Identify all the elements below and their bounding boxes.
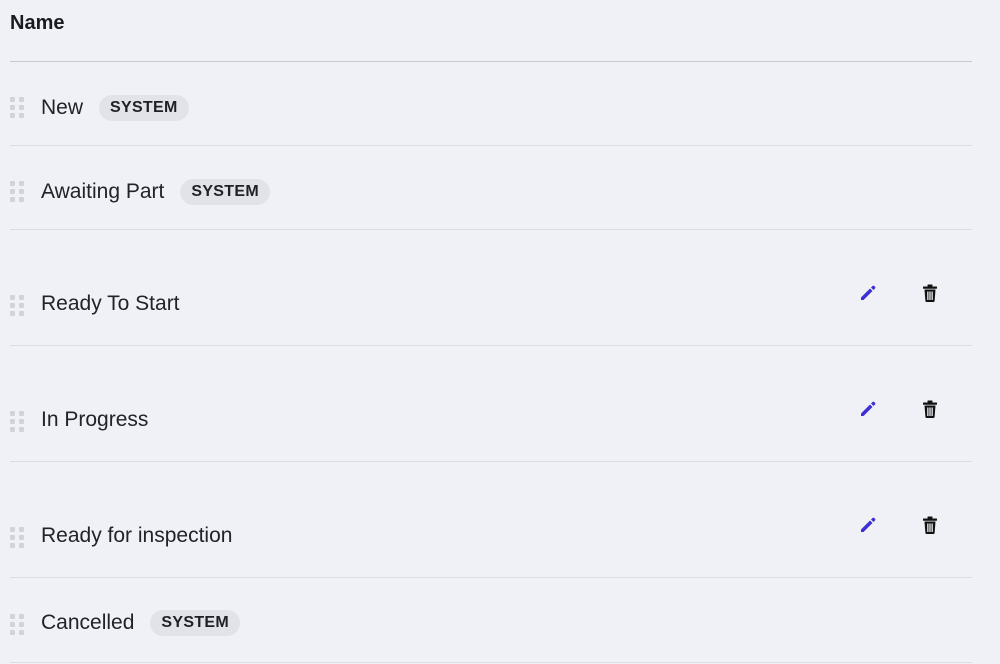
row-name-cell: Awaiting Part SYSTEM <box>41 179 270 205</box>
row-actions <box>856 397 942 421</box>
table-row[interactable]: Cancelled SYSTEM <box>10 578 972 663</box>
delete-button[interactable] <box>918 397 942 421</box>
row-name: In Progress <box>41 408 149 431</box>
edit-button[interactable] <box>856 281 880 305</box>
row-name-cell: New SYSTEM <box>41 95 189 121</box>
row-name-cell: Ready To Start <box>41 292 180 316</box>
table-row[interactable]: Awaiting Part SYSTEM <box>10 146 972 230</box>
row-name: Ready To Start <box>41 292 180 315</box>
delete-button[interactable] <box>918 513 942 537</box>
drag-handle-icon[interactable] <box>10 97 24 119</box>
table-header: Name <box>10 0 972 62</box>
system-badge: SYSTEM <box>150 610 240 636</box>
edit-button[interactable] <box>856 513 880 537</box>
trash-icon <box>923 516 937 534</box>
column-header-name[interactable]: Name <box>10 12 64 35</box>
row-name-cell: Cancelled SYSTEM <box>41 610 240 636</box>
trash-icon <box>923 400 937 418</box>
table-row[interactable]: New SYSTEM <box>10 62 972 146</box>
system-badge: SYSTEM <box>180 179 270 205</box>
edit-button[interactable] <box>856 397 880 421</box>
row-name-cell: Ready for inspection <box>41 524 232 548</box>
row-actions <box>856 281 942 305</box>
table-row[interactable]: In Progress <box>10 346 972 462</box>
table-row[interactable]: Ready To Start <box>10 230 972 346</box>
row-name: New <box>41 96 84 119</box>
trash-icon <box>923 284 937 302</box>
drag-handle-icon[interactable] <box>10 295 24 317</box>
row-name-cell: In Progress <box>41 408 148 432</box>
pencil-icon <box>861 285 876 300</box>
drag-handle-icon[interactable] <box>10 614 24 636</box>
table-row[interactable]: Ready for inspection <box>10 462 972 578</box>
system-badge: SYSTEM <box>99 95 189 121</box>
row-actions <box>856 513 942 537</box>
row-name: Awaiting Part <box>41 180 165 203</box>
row-name: Ready for inspection <box>41 524 233 547</box>
row-name: Cancelled <box>41 611 135 634</box>
pencil-icon <box>861 517 876 532</box>
pencil-icon <box>861 401 876 416</box>
drag-handle-icon[interactable] <box>10 181 24 203</box>
drag-handle-icon[interactable] <box>10 527 24 549</box>
delete-button[interactable] <box>918 281 942 305</box>
drag-handle-icon[interactable] <box>10 411 24 433</box>
status-table: Name New SYSTEM Awaiting Part SYSTEM Rea… <box>10 0 972 663</box>
